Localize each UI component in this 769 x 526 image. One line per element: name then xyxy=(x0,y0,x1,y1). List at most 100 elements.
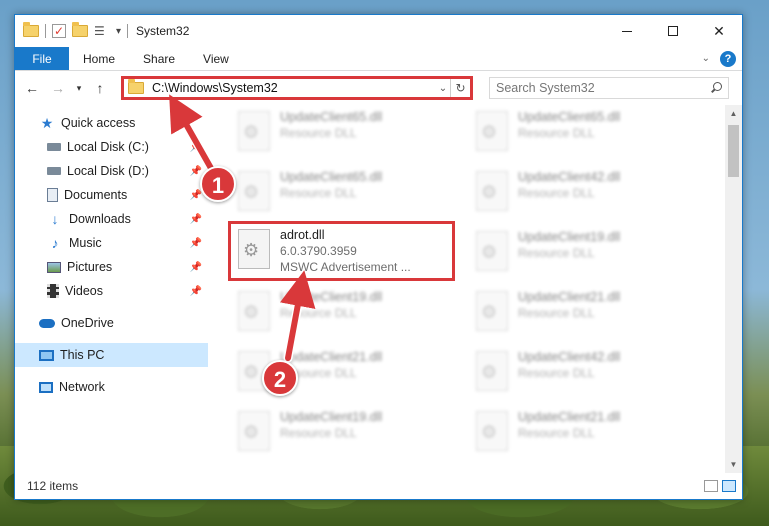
main-area: ★ Quick access Local Disk (C:) 📌 Local D… xyxy=(15,105,742,473)
file-type: Resource DLL xyxy=(518,186,595,200)
drive-icon xyxy=(47,143,61,151)
file-name: UpdateClient21.dll xyxy=(280,350,383,364)
sidebar-item-music[interactable]: ♪ Music 📌 xyxy=(15,231,208,255)
file-item[interactable]: UpdateClient21.dll Resource DLL xyxy=(468,405,696,465)
customize-list-icon[interactable]: ☰ xyxy=(94,24,110,38)
file-item[interactable]: UpdateClient19.dll Resource DLL xyxy=(468,225,696,285)
highlight-box xyxy=(228,221,455,281)
new-folder-icon[interactable] xyxy=(72,22,88,37)
file-name: UpdateClient19.dll xyxy=(518,230,621,244)
file-name: UpdateClient21.dll xyxy=(518,410,621,424)
qat-dropdown-icon[interactable]: ▾ xyxy=(116,26,121,37)
sidebar-item-pictures[interactable]: Pictures 📌 xyxy=(15,255,208,279)
dll-file-icon xyxy=(476,351,508,391)
up-arrow-icon[interactable]: ↑ xyxy=(89,80,111,96)
sidebar-item-label: Videos xyxy=(65,284,103,298)
file-type: Resource DLL xyxy=(518,366,595,380)
vertical-scrollbar[interactable]: ▲ ▼ xyxy=(725,105,742,473)
expand-ribbon-icon[interactable]: ⌄ xyxy=(702,53,710,64)
callout-1: 1 xyxy=(200,166,236,202)
file-name: UpdateClient19.dll xyxy=(280,410,383,424)
file-item[interactable]: UpdateClient19.dll Resource DLL xyxy=(230,285,458,345)
minimize-button[interactable] xyxy=(604,15,650,47)
music-icon: ♪ xyxy=(51,235,59,251)
file-item[interactable]: UpdateClient42.dll Resource DLL xyxy=(468,165,696,225)
dll-file-icon xyxy=(476,411,508,451)
forward-arrow-icon[interactable]: → xyxy=(47,80,69,96)
file-list: UpdateClient65.dll Resource DLL UpdateCli… xyxy=(208,105,725,473)
folder-icon xyxy=(128,79,144,94)
sidebar-item-quick-access[interactable]: ★ Quick access xyxy=(15,111,208,135)
file-type: Resource DLL xyxy=(518,426,595,440)
sidebar-item-label: Local Disk (C:) xyxy=(67,140,149,154)
tab-share[interactable]: Share xyxy=(129,47,189,70)
download-icon: ↓ xyxy=(51,211,59,227)
refresh-icon[interactable]: ↻ xyxy=(450,79,470,97)
address-path[interactable]: C:\Windows\System32 xyxy=(152,81,436,95)
file-type: Resource DLL xyxy=(280,126,357,140)
file-item[interactable]: UpdateClient19.dll Resource DLL xyxy=(230,405,458,465)
file-item[interactable]: UpdateClient65.dll Resource DLL xyxy=(468,105,696,165)
file-name: UpdateClient42.dll xyxy=(518,350,621,364)
sidebar-item-local-disk-c[interactable]: Local Disk (C:) 📌 xyxy=(15,135,208,159)
close-button[interactable]: ✕ xyxy=(696,15,742,47)
details-view-icon[interactable] xyxy=(704,480,718,492)
view-toggle xyxy=(704,480,742,492)
file-type: Resource DLL xyxy=(518,246,595,260)
divider xyxy=(45,24,46,38)
pin-icon: 📌 xyxy=(189,165,202,177)
dll-file-icon xyxy=(238,411,270,451)
dll-file-icon xyxy=(476,291,508,331)
dll-file-icon xyxy=(476,231,508,271)
sidebar-item-videos[interactable]: Videos 📌 xyxy=(15,279,208,303)
cloud-icon xyxy=(39,318,55,328)
address-bar[interactable]: C:\Windows\System32 ⌄ ↻ xyxy=(121,76,473,100)
search-box[interactable]: Search System32 xyxy=(489,77,729,99)
scroll-up-icon[interactable]: ▲ xyxy=(725,105,742,122)
properties-check-icon[interactable]: ✓ xyxy=(52,24,66,38)
file-type: Resource DLL xyxy=(518,126,595,140)
large-icons-view-icon[interactable] xyxy=(722,480,736,492)
pin-icon: 📌 xyxy=(189,189,202,201)
file-item[interactable]: UpdateClient65.dll Resource DLL xyxy=(230,105,458,165)
window-title: System32 xyxy=(136,24,190,38)
file-name: UpdateClient42.dll xyxy=(518,170,621,184)
scroll-down-icon[interactable]: ▼ xyxy=(725,456,742,473)
search-input[interactable]: Search System32 xyxy=(496,81,710,95)
title-bar: ✓ ☰ ▾ System32 ✕ xyxy=(15,15,742,47)
file-type: Resource DLL xyxy=(280,306,357,320)
sidebar-item-onedrive[interactable]: OneDrive xyxy=(15,311,208,335)
back-arrow-icon[interactable]: ← xyxy=(21,80,43,96)
sidebar-item-label: Downloads xyxy=(69,212,131,226)
help-icon[interactable]: ? xyxy=(720,50,736,67)
sidebar-item-label: This PC xyxy=(60,348,105,362)
sidebar-item-network[interactable]: Network xyxy=(15,375,208,399)
pin-icon: 📌 xyxy=(189,237,202,249)
file-item[interactable]: UpdateClient21.dll Resource DLL xyxy=(468,285,696,345)
status-bar: 112 items xyxy=(15,473,742,499)
ribbon-tabs: File Home Share View ⌄ ? xyxy=(15,47,742,71)
navigation-bar: ← → ▾ ↑ C:\Windows\System32 ⌄ ↻ Search S… xyxy=(15,71,742,105)
tab-home[interactable]: Home xyxy=(69,47,129,70)
file-name: UpdateClient65.dll xyxy=(280,170,383,184)
file-item[interactable]: UpdateClient65.dll Resource DLL xyxy=(230,165,458,225)
scroll-thumb[interactable] xyxy=(728,125,739,177)
sidebar-item-label: Documents xyxy=(64,188,128,202)
sidebar-item-documents[interactable]: Documents 📌 xyxy=(15,183,208,207)
tab-view[interactable]: View xyxy=(189,47,243,70)
address-dropdown-icon[interactable]: ⌄ xyxy=(436,83,450,94)
sidebar-item-this-pc[interactable]: This PC xyxy=(15,343,208,367)
ribbon-right: ⌄ ? xyxy=(702,47,742,70)
search-icon[interactable] xyxy=(710,82,722,94)
close-icon: ✕ xyxy=(713,22,725,39)
tab-file[interactable]: File xyxy=(15,47,69,70)
recent-locations-icon[interactable]: ▾ xyxy=(73,83,85,94)
sidebar-item-downloads[interactable]: ↓ Downloads 📌 xyxy=(15,207,208,231)
file-name: UpdateClient65.dll xyxy=(518,110,621,124)
sidebar-item-local-disk-d[interactable]: Local Disk (D:) 📌 xyxy=(15,159,208,183)
sidebar-item-label: Quick access xyxy=(61,116,136,130)
pin-icon: 📌 xyxy=(189,141,202,153)
maximize-button[interactable] xyxy=(650,15,696,47)
file-item[interactable]: UpdateClient42.dll Resource DLL xyxy=(468,345,696,405)
file-name: UpdateClient21.dll xyxy=(518,290,621,304)
